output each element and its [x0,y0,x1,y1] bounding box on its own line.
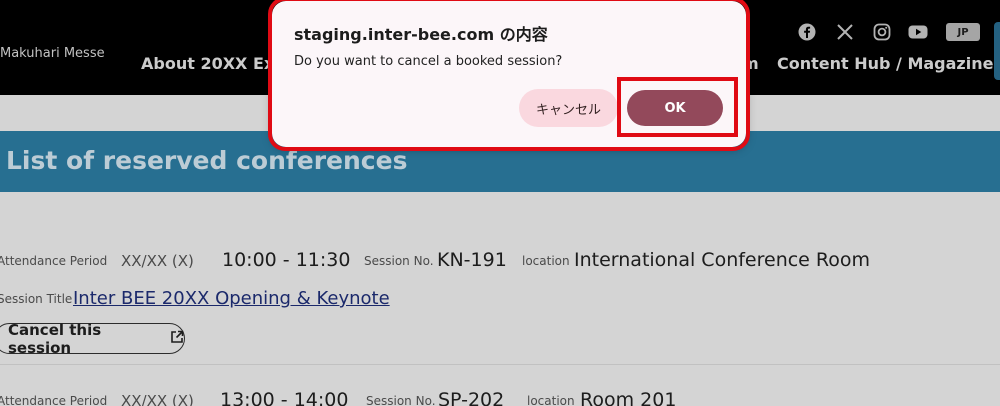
ok-highlight-frame [617,77,738,137]
